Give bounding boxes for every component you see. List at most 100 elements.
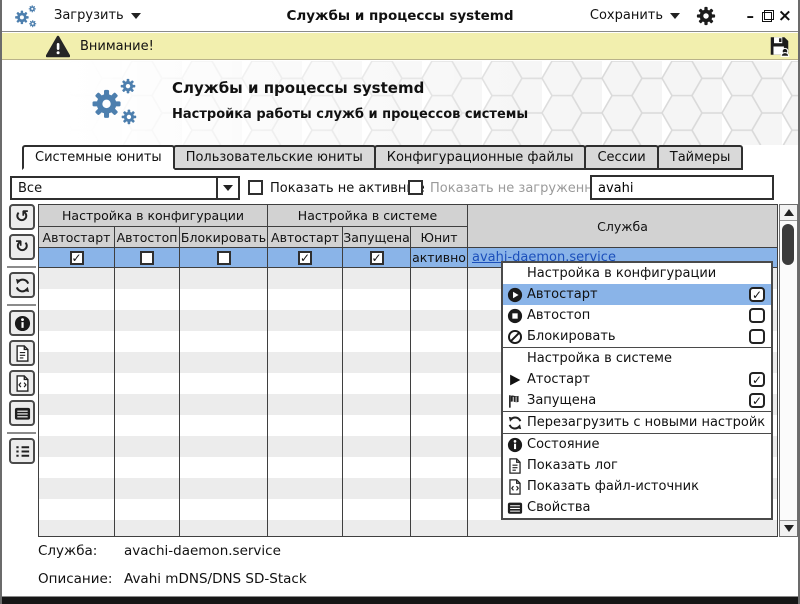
save-menu-label: Сохранить	[590, 8, 663, 23]
close-button[interactable]: ×	[778, 0, 792, 31]
toolbar-separator	[7, 432, 36, 434]
group-header-system: Настройка в системе	[268, 205, 468, 227]
menu-section-header: Настройка в системе	[503, 348, 771, 369]
menu-item-status[interactable]: Состояние	[503, 434, 771, 455]
scroll-up-button[interactable]	[780, 205, 797, 221]
group-header-config: Настройка в конфигурации	[39, 205, 268, 227]
banner-gears-logo-icon	[86, 73, 142, 131]
menu-checkbox[interactable]	[749, 329, 765, 344]
settings-gear-icon[interactable]	[696, 6, 716, 26]
column-header-service: Служба	[468, 205, 778, 248]
dropdown-value: Все	[12, 181, 216, 196]
load-menu-button[interactable]: Загрузить	[54, 0, 141, 31]
menu-checkbox[interactable]: ✓	[749, 372, 765, 387]
tab-timers[interactable]: Таймеры	[657, 145, 744, 170]
show-unloaded-label[interactable]: Показать не загруженные	[430, 176, 611, 200]
toolbar-separator	[7, 266, 36, 268]
stop-circle-icon	[506, 307, 523, 324]
units-table: Настройка в конфигурации Настройка в сис…	[38, 204, 778, 268]
dropdown-arrow-button[interactable]	[216, 178, 238, 198]
refresh-icon	[14, 277, 31, 294]
history-icon: ↺	[15, 207, 29, 227]
column-header-running: Запущена	[343, 227, 411, 248]
column-header-autostart-config: Автостарт	[39, 227, 115, 248]
menu-item-show-source[interactable]: Показать файл-источник	[503, 476, 771, 497]
banner-title: Службы и процессы systemd	[172, 79, 424, 97]
document-icon	[506, 457, 523, 474]
tab-sessions[interactable]: Сессии	[584, 145, 658, 170]
menu-item-reload-settings[interactable]: Перезагрузить с новыми настройками	[503, 412, 771, 433]
autostop-checkbox[interactable]	[140, 251, 154, 265]
show-log-button[interactable]	[9, 340, 35, 366]
warning-bar: Внимание!	[2, 33, 798, 60]
document-code-icon	[14, 375, 31, 392]
history-button[interactable]: ↺	[9, 204, 35, 230]
menu-checkbox[interactable]: ✓	[749, 393, 765, 408]
toolbar-separator	[7, 304, 36, 306]
menu-item-autostop[interactable]: Автостоп	[503, 305, 771, 326]
column-divider	[410, 268, 411, 536]
app-window: Загрузить Службы и процессы systemd Сохр…	[0, 0, 800, 604]
unit-filter-dropdown[interactable]: Все	[10, 176, 240, 200]
save-menu-button[interactable]: Сохранить	[590, 0, 680, 31]
show-unloaded-checkbox[interactable]	[408, 180, 423, 195]
column-header-autostop: Автостоп	[115, 227, 180, 248]
reload-button[interactable]: ↻	[9, 234, 35, 260]
chevron-down-icon	[670, 13, 680, 19]
tab-system-units[interactable]: Системные юниты	[22, 145, 175, 170]
menu-item-autostart-config[interactable]: Автостарт ✓	[503, 284, 771, 305]
column-divider	[342, 268, 343, 536]
menu-item-properties[interactable]: Свойства	[503, 497, 771, 518]
column-divider	[114, 268, 115, 536]
console-icon	[14, 405, 31, 422]
block-checkbox[interactable]	[217, 251, 231, 265]
scrollbar-thumb[interactable]	[782, 224, 794, 265]
title-bar: Загрузить Службы и процессы systemd Сохр…	[2, 0, 798, 32]
menu-item-autostart-system[interactable]: Атостарт ✓	[503, 369, 771, 390]
header-banner: Службы и процессы systemd Настройка рабо…	[2, 61, 798, 145]
console-icon	[506, 499, 523, 516]
play-circle-icon	[506, 286, 523, 303]
vertical-scrollbar[interactable]	[779, 204, 798, 537]
show-source-button[interactable]	[9, 370, 35, 396]
properties-button[interactable]	[9, 438, 35, 464]
column-divider	[179, 268, 180, 536]
refresh-button[interactable]	[9, 272, 35, 298]
search-input[interactable]	[592, 178, 772, 199]
status-button[interactable]	[9, 310, 35, 336]
reload-icon: ↻	[15, 237, 29, 257]
console-button[interactable]	[9, 400, 35, 426]
app-gears-icon	[12, 3, 39, 30]
warning-triangle-icon	[46, 35, 70, 58]
menu-item-show-log[interactable]: Показать лог	[503, 455, 771, 476]
autostart-config-checkbox[interactable]: ✓	[70, 251, 84, 265]
search-box	[590, 175, 774, 200]
menu-item-running[interactable]: Запущена ✓	[503, 390, 771, 411]
block-icon	[506, 328, 523, 345]
menu-section-header: Настройка в конфигурации	[503, 263, 771, 284]
service-detail-label: Служба:	[38, 543, 97, 559]
arrow-down-icon	[784, 525, 794, 532]
column-header-unit: Юнит	[411, 227, 468, 248]
save-file-icon[interactable]	[768, 35, 791, 58]
document-code-icon	[506, 478, 523, 495]
minimize-button[interactable]: –	[747, 0, 755, 31]
autostart-system-checkbox[interactable]: ✓	[298, 251, 312, 265]
tab-user-units[interactable]: Пользовательские юниты	[173, 145, 376, 170]
description-detail-label: Описание:	[38, 571, 112, 587]
scroll-down-button[interactable]	[780, 520, 797, 536]
banner-subtitle: Настройка работы служб и процессов систе…	[172, 107, 528, 122]
menu-item-block[interactable]: Блокировать	[503, 326, 771, 347]
maximize-button[interactable]	[762, 0, 774, 31]
menu-checkbox[interactable]: ✓	[749, 287, 765, 302]
menu-checkbox[interactable]	[749, 308, 765, 323]
info-icon	[506, 436, 523, 453]
show-inactive-label[interactable]: Показать не активные	[270, 176, 425, 200]
running-checkbox[interactable]: ✓	[370, 251, 384, 265]
column-divider	[267, 268, 268, 536]
description-detail-value: Avahi mDNS/DNS SD-Stack	[124, 571, 307, 587]
tab-config-files[interactable]: Конфигурационные файлы	[374, 145, 587, 170]
flag-icon	[506, 392, 523, 409]
maximize-icon	[762, 10, 774, 22]
show-inactive-checkbox[interactable]	[248, 180, 263, 195]
